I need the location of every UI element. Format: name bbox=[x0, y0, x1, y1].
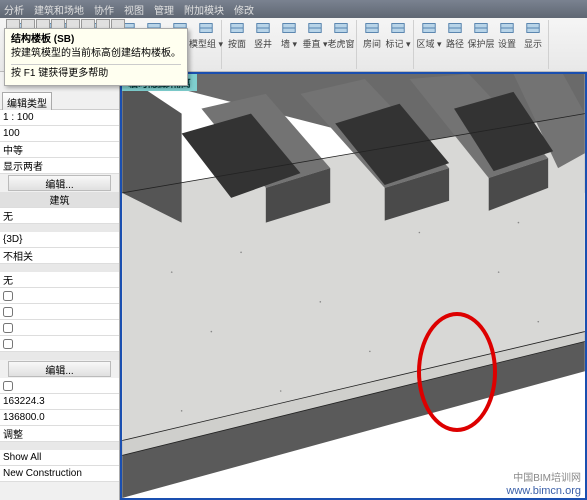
property-value: 显示两者 bbox=[3, 158, 43, 173]
checkbox[interactable] bbox=[3, 339, 13, 349]
property-value: 163224.3 bbox=[3, 396, 45, 407]
property-value: 调整 bbox=[3, 426, 23, 441]
menu-item[interactable]: 建筑和场地 bbox=[34, 2, 84, 17]
property-row[interactable]: 100 bbox=[0, 126, 119, 142]
ribbon-dorm-button[interactable]: 老虎窗 bbox=[329, 20, 353, 50]
ribbon-wall-button[interactable]: 墙 ▾ bbox=[277, 20, 301, 50]
ribbon-area-button[interactable]: 区域 ▾ bbox=[417, 20, 441, 50]
property-value: New Construction bbox=[3, 468, 82, 479]
edit-type-label: 编辑类型 bbox=[7, 99, 47, 110]
menu-item[interactable]: 附加模块 bbox=[184, 2, 224, 17]
menu-item[interactable]: 协作 bbox=[94, 2, 114, 17]
ribbon-room-button[interactable]: 房间 bbox=[360, 20, 384, 50]
checkbox-row[interactable] bbox=[0, 320, 119, 336]
checkbox[interactable] bbox=[3, 381, 13, 391]
property-value: 无 bbox=[3, 272, 13, 287]
property-row[interactable]: 显示两者 bbox=[0, 158, 119, 174]
ribbon-cover-button[interactable]: 保护层 bbox=[469, 20, 493, 50]
tooltip-title: 结构楼板 (SB) bbox=[11, 33, 181, 47]
ribbon-path-button[interactable]: 路径 bbox=[443, 20, 467, 50]
ribbon-tag-button[interactable]: 标记 ▾ bbox=[386, 20, 410, 50]
ribbon-shaft-button[interactable]: 竖井 bbox=[251, 20, 275, 50]
property-row[interactable]: 163224.3 bbox=[0, 394, 119, 410]
property-row[interactable]: New Construction bbox=[0, 466, 119, 482]
property-row[interactable]: 1 : 100 bbox=[0, 110, 119, 126]
property-value: 编辑... bbox=[45, 362, 73, 377]
property-row[interactable]: 中等 bbox=[0, 142, 119, 158]
edit-button[interactable]: 编辑... bbox=[8, 175, 111, 191]
property-value: 136800.0 bbox=[3, 412, 45, 423]
menu-item[interactable]: 修改 bbox=[234, 2, 254, 17]
property-value: 中等 bbox=[3, 142, 23, 157]
property-value: Show All bbox=[3, 452, 41, 463]
property-value: 1 : 100 bbox=[3, 112, 34, 123]
property-row[interactable]: 136800.0 bbox=[0, 410, 119, 426]
property-value: 编辑... bbox=[45, 176, 73, 191]
ribbon-show-button[interactable]: 显示 bbox=[521, 20, 545, 50]
ribbon-face-button[interactable]: 按面 bbox=[225, 20, 249, 50]
property-row[interactable]: 无 bbox=[0, 208, 119, 224]
property-value: 不相关 bbox=[3, 248, 33, 263]
checkbox[interactable] bbox=[3, 323, 13, 333]
main-area: 编辑类型 1 : 100100中等显示两者编辑...建筑无{3D}不相关无编辑.… bbox=[0, 72, 587, 500]
watermark: 中国BIM培训网 www.bimcn.org bbox=[506, 473, 581, 498]
watermark-url: www.bimcn.org bbox=[506, 485, 581, 498]
watermark-cn: 中国BIM培训网 bbox=[506, 473, 581, 485]
tooltip-desc: 按建筑模型的当前标高创建结构楼板。 bbox=[11, 47, 181, 61]
property-value: {3D} bbox=[3, 234, 22, 245]
model-canvas bbox=[122, 74, 585, 498]
property-row[interactable]: {3D} bbox=[0, 232, 119, 248]
ribbon-vert-button[interactable]: 垂直 ▾ bbox=[303, 20, 327, 50]
checkbox-row[interactable] bbox=[0, 336, 119, 352]
property-value: 建筑 bbox=[50, 192, 70, 207]
tooltip: 结构楼板 (SB) 按建筑模型的当前标高创建结构楼板。 按 F1 键获得更多帮助 bbox=[4, 28, 188, 86]
checkbox-row[interactable] bbox=[0, 304, 119, 320]
viewport-3d[interactable]: 临时隐藏/隔离 bbox=[120, 72, 587, 500]
ribbon-group: 房间标记 ▾ bbox=[357, 20, 414, 69]
checkbox[interactable] bbox=[3, 307, 13, 317]
properties-panel: 编辑类型 1 : 100100中等显示两者编辑...建筑无{3D}不相关无编辑.… bbox=[0, 72, 120, 500]
properties-list: 1 : 100100中等显示两者编辑...建筑无{3D}不相关无编辑...163… bbox=[0, 110, 119, 482]
edit-button[interactable]: 编辑... bbox=[8, 361, 111, 377]
menu-item[interactable]: 视图 bbox=[124, 2, 144, 17]
tooltip-help: 按 F1 键获得更多帮助 bbox=[11, 64, 181, 81]
property-row[interactable]: 无 bbox=[0, 272, 119, 288]
ribbon-group: 按面竖井墙 ▾垂直 ▾老虎窗 bbox=[222, 20, 357, 69]
menu-item[interactable]: 分析 bbox=[4, 2, 24, 17]
checkbox[interactable] bbox=[3, 291, 13, 301]
checkbox-row[interactable] bbox=[0, 288, 119, 304]
ribbon-group: 区域 ▾路径保护层设置显示 bbox=[414, 20, 549, 69]
ribbon-group-button[interactable]: 模型组 ▾ bbox=[194, 20, 218, 50]
property-row[interactable]: 不相关 bbox=[0, 248, 119, 264]
property-row[interactable]: Show All bbox=[0, 450, 119, 466]
property-value: 无 bbox=[3, 208, 13, 223]
checkbox-row[interactable] bbox=[0, 378, 119, 394]
menubar: 分析建筑和场地协作视图管理附加模块修改 bbox=[0, 0, 587, 18]
menu-item[interactable]: 管理 bbox=[154, 2, 174, 17]
section-header[interactable]: 建筑 bbox=[0, 192, 119, 208]
ribbon-set-button[interactable]: 设置 bbox=[495, 20, 519, 50]
property-value: 100 bbox=[3, 128, 20, 139]
property-row[interactable]: 调整 bbox=[0, 426, 119, 442]
